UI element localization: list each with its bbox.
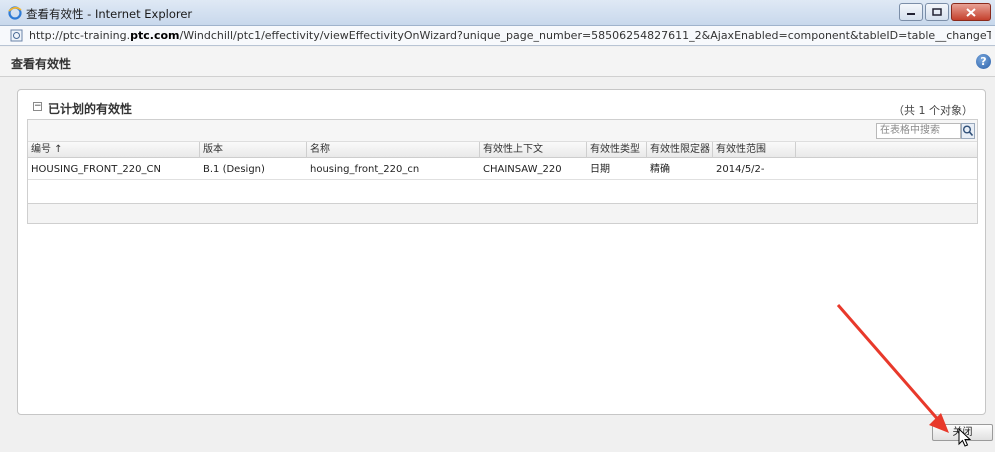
cell-range: 2014/5/2- (716, 164, 765, 175)
cell-version: B.1 (Design) (203, 164, 265, 175)
section-title: 已计划的有效性 (48, 102, 133, 116)
window-title: 查看有效性 - Internet Explorer (26, 7, 193, 21)
collapse-toggle-icon[interactable]: − (33, 102, 42, 111)
window-titlebar: 查看有效性 - Internet Explorer (0, 0, 995, 26)
column-header-type[interactable]: 有效性类型 (587, 142, 647, 158)
effectivity-table: 在表格中搜索 编号 ↑ 版本 名称 有效性上下文 有效性类型 有效性限定器 有效… (27, 119, 978, 224)
column-header-range[interactable]: 有效性范围 (713, 142, 796, 158)
column-header-context[interactable]: 有效性上下文 (480, 142, 587, 158)
search-icon (963, 125, 974, 137)
cell-qualifier: 精确 (650, 164, 670, 175)
search-button[interactable] (961, 123, 975, 139)
page-header: 查看有效性 ? (0, 47, 995, 77)
table-toolbar: 在表格中搜索 (28, 120, 977, 142)
address-bar: http://ptc-training.ptc.com/Windchill/pt… (0, 26, 995, 46)
column-header-qualifier[interactable]: 有效性限定器 (647, 142, 713, 158)
cell-type: 日期 (590, 164, 610, 175)
column-header-version[interactable]: 版本 (200, 142, 307, 158)
url-text[interactable]: http://ptc-training.ptc.com/Windchill/pt… (29, 29, 991, 42)
table-header: 编号 ↑ 版本 名称 有效性上下文 有效性类型 有效性限定器 有效性范围 (28, 142, 977, 158)
column-header-name[interactable]: 名称 (307, 142, 480, 158)
mouse-cursor-icon (958, 428, 972, 447)
object-count: （共 1 个对象） (893, 104, 973, 117)
close-icon (966, 7, 976, 17)
column-header-number[interactable]: 编号 ↑ (28, 142, 200, 158)
minimize-icon (907, 13, 915, 15)
page-icon (10, 29, 23, 42)
page-title: 查看有效性 (11, 57, 72, 71)
table-search-input[interactable]: 在表格中搜索 (876, 123, 961, 139)
effectivity-panel: − 已计划的有效性 （共 1 个对象） 在表格中搜索 编号 ↑ 版本 名称 有效… (17, 89, 986, 415)
table-footer (28, 204, 977, 223)
help-icon[interactable]: ? (976, 54, 991, 69)
internet-explorer-icon (8, 6, 22, 20)
table-row[interactable]: HOUSING_FRONT_220_CN B.1 (Design) housin… (28, 159, 977, 180)
cell-name: housing_front_220_cn (310, 164, 420, 175)
close-window-button[interactable] (951, 3, 991, 21)
table-empty-area (28, 181, 977, 204)
cell-number: HOUSING_FRONT_220_CN (31, 164, 161, 175)
maximize-button[interactable] (925, 3, 949, 21)
minimize-button[interactable] (899, 3, 923, 21)
maximize-icon (932, 8, 942, 16)
cell-context: CHAINSAW_220 (483, 164, 562, 175)
